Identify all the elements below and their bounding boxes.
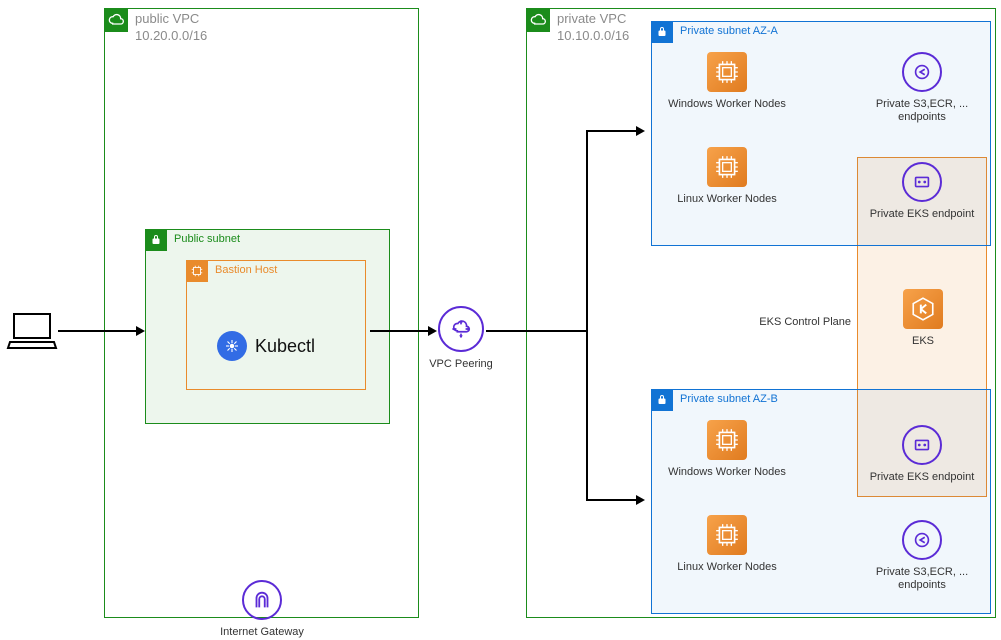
private-eks-endpoint-a-label: Private EKS endpoint — [870, 208, 975, 221]
cloud-icon — [104, 8, 128, 32]
windows-worker-nodes-b: Windows Worker Nodes — [657, 420, 797, 479]
kubernetes-icon — [217, 331, 247, 361]
private-vpc-cidr: 10.10.0.0/16 — [557, 28, 629, 43]
eks: EKS — [853, 289, 993, 348]
arrow-line — [370, 330, 428, 332]
windows-worker-nodes-a-label: Windows Worker Nodes — [668, 98, 786, 111]
vpc-peering-label: VPC Peering — [429, 358, 493, 371]
compute-icon — [707, 147, 747, 187]
private-subnet-a: Private subnet AZ-A Windows Worker Nodes… — [651, 21, 991, 246]
linux-worker-nodes-a-label: Linux Worker Nodes — [677, 193, 776, 206]
arrow-line — [486, 330, 586, 332]
eks-endpoint-icon — [902, 162, 942, 202]
vpc-peering-icon — [438, 306, 484, 352]
public-subnet-title: Public subnet — [174, 233, 240, 245]
eks-control-plane-label: EKS Control Plane — [741, 316, 851, 328]
private-eks-endpoint-b-label: Private EKS endpoint — [870, 471, 975, 484]
windows-worker-nodes-a: Windows Worker Nodes — [657, 52, 797, 111]
public-vpc: public VPC 10.20.0.0/16 Public subnet Ba… — [104, 8, 419, 618]
lock-icon — [145, 229, 167, 251]
private-endpoints-b: Private S3,ECR, ... endpoints — [852, 520, 992, 592]
public-vpc-name: public VPC — [135, 11, 199, 26]
arrow-line — [586, 130, 588, 500]
kubectl: Kubectl — [217, 331, 315, 361]
internet-gateway: Internet Gateway — [192, 580, 332, 639]
bastion-host-title: Bastion Host — [215, 264, 277, 276]
private-vpc: private VPC 10.10.0.0/16 EKS Control Pla… — [526, 8, 996, 618]
arrow-head-icon — [636, 495, 645, 505]
arrow-line — [58, 330, 136, 332]
public-vpc-title: public VPC 10.20.0.0/16 — [135, 11, 207, 45]
chip-icon — [186, 260, 208, 282]
bastion-host: Bastion Host Kubectl — [186, 260, 366, 390]
endpoint-icon — [902, 520, 942, 560]
lock-icon — [651, 21, 673, 43]
eks-label: EKS — [912, 335, 934, 348]
private-endpoints-a: Private S3,ECR, ... endpoints — [852, 52, 992, 124]
private-eks-endpoint-a: Private EKS endpoint — [852, 162, 992, 221]
private-vpc-title: private VPC 10.10.0.0/16 — [557, 11, 629, 45]
cloud-icon — [526, 8, 550, 32]
public-subnet: Public subnet Bastion Host Kubectl — [145, 229, 390, 424]
endpoint-icon — [902, 52, 942, 92]
internet-gateway-label: Internet Gateway — [220, 626, 304, 639]
arrow-head-icon — [136, 326, 145, 336]
laptop-icon — [6, 310, 58, 350]
compute-icon — [707, 420, 747, 460]
linux-worker-nodes-b-label: Linux Worker Nodes — [677, 561, 776, 574]
compute-icon — [707, 515, 747, 555]
private-vpc-name: private VPC — [557, 11, 626, 26]
client-laptop — [6, 310, 58, 353]
linux-worker-nodes-a: Linux Worker Nodes — [657, 147, 797, 206]
private-endpoints-b-label: Private S3,ECR, ... endpoints — [852, 566, 992, 592]
arrow-head-icon — [428, 326, 437, 336]
compute-icon — [707, 52, 747, 92]
private-subnet-b-title: Private subnet AZ-B — [680, 393, 778, 405]
private-subnet-a-title: Private subnet AZ-A — [680, 25, 778, 37]
vpc-peering: VPC Peering — [396, 306, 526, 371]
eks-endpoint-icon — [902, 425, 942, 465]
private-subnet-b: Private subnet AZ-B Windows Worker Nodes… — [651, 389, 991, 614]
arrow-line — [586, 499, 636, 501]
eks-icon — [903, 289, 943, 329]
windows-worker-nodes-b-label: Windows Worker Nodes — [668, 466, 786, 479]
arrow-head-icon — [636, 126, 645, 136]
lock-icon — [651, 389, 673, 411]
internet-gateway-icon — [242, 580, 282, 620]
kubectl-label: Kubectl — [255, 336, 315, 357]
public-vpc-cidr: 10.20.0.0/16 — [135, 28, 207, 43]
arrow-line — [586, 130, 636, 132]
private-endpoints-a-label: Private S3,ECR, ... endpoints — [852, 98, 992, 124]
linux-worker-nodes-b: Linux Worker Nodes — [657, 515, 797, 574]
private-eks-endpoint-b: Private EKS endpoint — [852, 425, 992, 484]
